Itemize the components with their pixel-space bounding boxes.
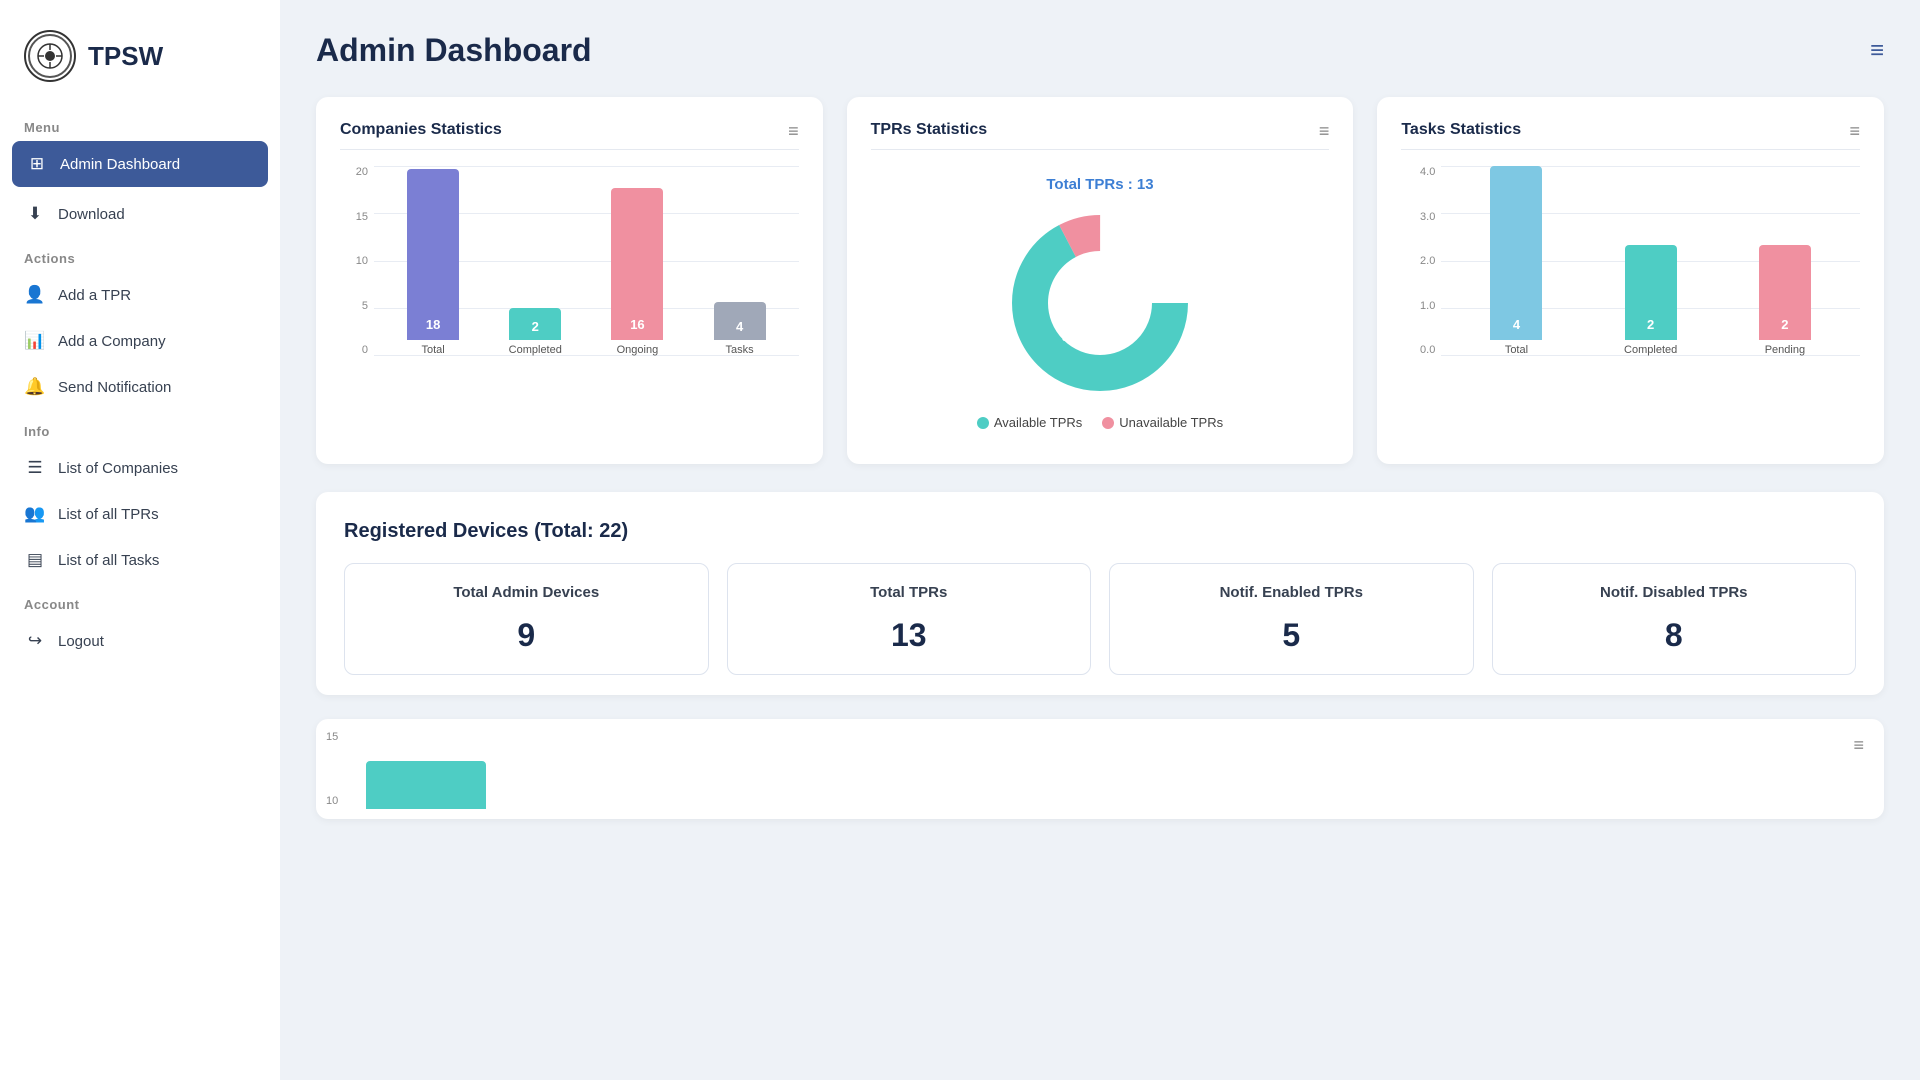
donut-legend: Available TPRs Unavailable TPRs (977, 415, 1223, 430)
sidebar-section-menu: Menu (0, 106, 280, 141)
companies-bar-chart: 0 5 10 15 20 (340, 166, 799, 386)
dashboard-icon: ⊞ (26, 153, 48, 175)
sidebar-item-list-companies[interactable]: ☰ List of Companies (0, 445, 280, 491)
device-card-notif-disabled-value: 8 (1509, 617, 1840, 654)
logout-icon: ↪ (24, 630, 46, 652)
list-tprs-icon: 👥 (24, 503, 46, 525)
devices-section: Registered Devices (Total: 22) Total Adm… (316, 492, 1884, 695)
legend-dot-available (977, 417, 989, 429)
legend-dot-unavailable (1102, 417, 1114, 429)
donut-svg-wrapper: 7.7% 92.3% (1000, 203, 1200, 403)
companies-chart-menu[interactable]: ≡ (788, 121, 799, 142)
bottom-chart-y-axis: 10 15 (326, 731, 338, 807)
tprs-total-label: Total TPRs : 13 (1046, 176, 1153, 193)
logo-text: TPSW (88, 41, 163, 72)
sidebar-item-add-company[interactable]: 📊 Add a Company (0, 318, 280, 364)
stats-row: Companies Statistics ≡ 0 5 10 15 20 (316, 97, 1884, 464)
device-card-notif-enabled-title: Notif. Enabled TPRs (1126, 584, 1457, 601)
sidebar-section-actions: Actions (0, 237, 280, 272)
tprs-chart-menu[interactable]: ≡ (1319, 121, 1330, 142)
tasks-stats-card: Tasks Statistics ≡ 0.0 1.0 2.0 3.0 4.0 (1377, 97, 1884, 464)
bar-total: 18 Total (382, 166, 484, 356)
sidebar-section-account: Account (0, 583, 280, 618)
tasks-bar-completed: 2 Completed (1584, 166, 1718, 356)
tasks-bar-area: 4 Total 2 Completed 2 (1441, 166, 1860, 356)
page-title: Admin Dashboard (316, 32, 592, 69)
tprs-stats-card: TPRs Statistics ≡ Total TPRs : 13 (847, 97, 1354, 464)
svg-text:7.7%: 7.7% (1117, 265, 1147, 280)
bar-tasks: 4 Tasks (689, 166, 791, 356)
device-card-notif-enabled-value: 5 (1126, 617, 1457, 654)
bar-ongoing: 16 Ongoing (586, 166, 688, 356)
devices-cards-grid: Total Admin Devices 9 Total TPRs 13 Noti… (344, 563, 1856, 675)
notification-icon: 🔔 (24, 376, 46, 398)
device-card-total-admin: Total Admin Devices 9 (344, 563, 709, 675)
bottom-chart-bar (366, 761, 486, 809)
legend-unavailable: Unavailable TPRs (1102, 415, 1223, 430)
sidebar-item-admin-dashboard[interactable]: ⊞ Admin Dashboard (12, 141, 268, 187)
sidebar-item-add-company-label: Add a Company (58, 333, 166, 350)
tasks-bar-chart: 0.0 1.0 2.0 3.0 4.0 (1401, 166, 1860, 386)
donut-chart-svg: 7.7% 92.3% (1000, 203, 1200, 403)
sidebar-item-admin-dashboard-label: Admin Dashboard (60, 156, 180, 173)
device-card-total-tprs: Total TPRs 13 (727, 563, 1092, 675)
main-header: Admin Dashboard ≡ (316, 32, 1884, 69)
device-card-total-tprs-title: Total TPRs (744, 584, 1075, 601)
legend-available: Available TPRs (977, 415, 1082, 430)
bottom-chart-section: ≡ 10 15 (316, 719, 1884, 819)
sidebar-item-download[interactable]: ⬇ Download (0, 191, 280, 237)
sidebar-item-logout[interactable]: ↪ Logout (0, 618, 280, 664)
sidebar-item-logout-label: Logout (58, 633, 104, 650)
add-tpr-icon: 👤 (24, 284, 46, 306)
list-tasks-icon: ▤ (24, 549, 46, 571)
logo-inner-ring (28, 34, 72, 78)
sidebar-item-list-tasks-label: List of all Tasks (58, 552, 159, 569)
bottom-chart-bars (366, 729, 1844, 809)
svg-text:92.3%: 92.3% (1062, 329, 1099, 344)
list-companies-icon: ☰ (24, 457, 46, 479)
sidebar-item-list-companies-label: List of Companies (58, 460, 178, 477)
tasks-bar-total: 4 Total (1449, 166, 1583, 356)
tasks-chart-menu[interactable]: ≡ (1849, 121, 1860, 142)
tprs-stats-title: TPRs Statistics ≡ (871, 121, 1330, 150)
tprs-donut-container: Total TPRs : 13 7.7% 92.3% (871, 166, 1330, 440)
sidebar-item-send-notification[interactable]: 🔔 Send Notification (0, 364, 280, 410)
device-card-notif-disabled-title: Notif. Disabled TPRs (1509, 584, 1840, 601)
sidebar-item-list-tasks[interactable]: ▤ List of all Tasks (0, 537, 280, 583)
add-company-icon: 📊 (24, 330, 46, 352)
sidebar: TPSW Menu ⊞ Admin Dashboard ⬇ Download A… (0, 0, 280, 1080)
sidebar-item-add-tpr-label: Add a TPR (58, 287, 131, 304)
bar-chart-area: 18 Total 2 Completed 16 (374, 166, 799, 356)
companies-stats-card: Companies Statistics ≡ 0 5 10 15 20 (316, 97, 823, 464)
sidebar-item-list-tprs-label: List of all TPRs (58, 506, 159, 523)
hamburger-icon[interactable]: ≡ (1870, 37, 1884, 65)
main-content: Admin Dashboard ≡ Companies Statistics ≡… (280, 0, 1920, 1080)
logo-icon (24, 30, 76, 82)
y-axis-labels: 0 5 10 15 20 (340, 166, 368, 356)
logo-area: TPSW (0, 20, 280, 106)
bar-completed: 2 Completed (484, 166, 586, 356)
device-card-notif-enabled: Notif. Enabled TPRs 5 (1109, 563, 1474, 675)
download-icon: ⬇ (24, 203, 46, 225)
device-card-total-admin-value: 9 (361, 617, 692, 654)
sidebar-item-list-tprs[interactable]: 👥 List of all TPRs (0, 491, 280, 537)
tasks-stats-title: Tasks Statistics ≡ (1401, 121, 1860, 150)
devices-section-title: Registered Devices (Total: 22) (344, 520, 1856, 543)
tasks-y-axis: 0.0 1.0 2.0 3.0 4.0 (1401, 166, 1435, 356)
device-card-total-admin-title: Total Admin Devices (361, 584, 692, 601)
tasks-bar-pending: 2 Pending (1718, 166, 1852, 356)
sidebar-item-download-label: Download (58, 206, 125, 223)
sidebar-section-info: Info (0, 410, 280, 445)
device-card-total-tprs-value: 13 (744, 617, 1075, 654)
sidebar-item-send-notification-label: Send Notification (58, 379, 171, 396)
companies-stats-title: Companies Statistics ≡ (340, 121, 799, 150)
sidebar-item-add-tpr[interactable]: 👤 Add a TPR (0, 272, 280, 318)
bottom-chart-menu[interactable]: ≡ (1853, 735, 1864, 756)
device-card-notif-disabled: Notif. Disabled TPRs 8 (1492, 563, 1857, 675)
